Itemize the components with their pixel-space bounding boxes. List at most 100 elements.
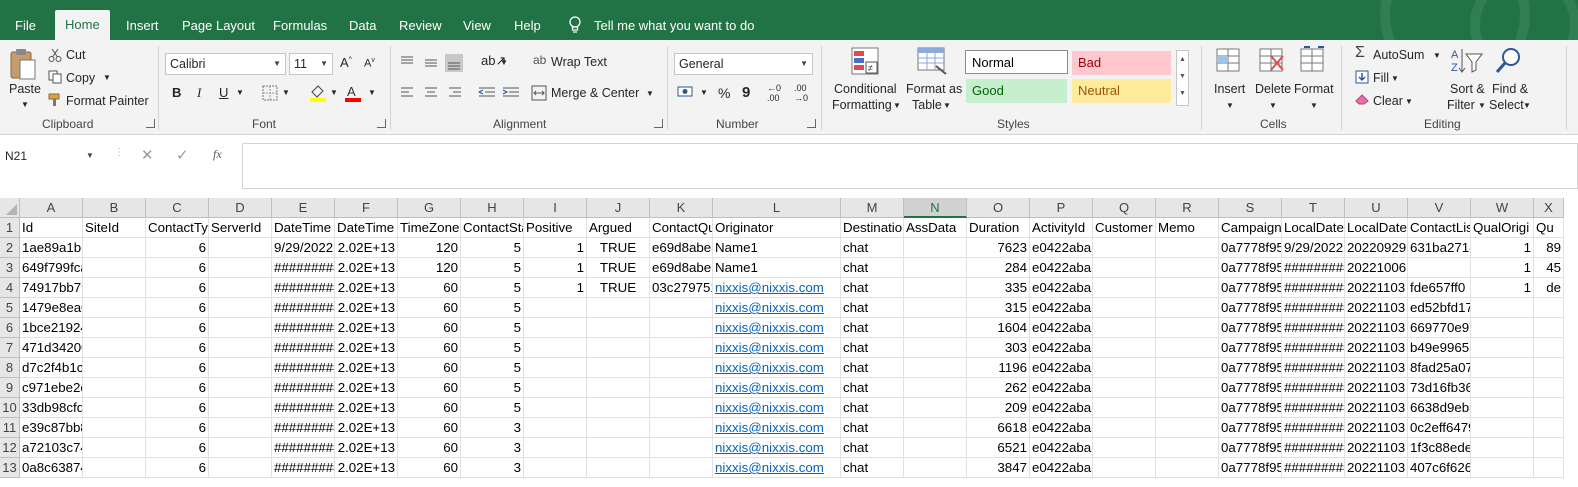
table-cell[interactable] [209, 398, 272, 418]
table-cell[interactable]: 6 [146, 378, 209, 398]
header-cell[interactable]: Customer [1093, 218, 1156, 238]
table-cell[interactable]: e69d8abe [650, 238, 713, 258]
table-cell[interactable] [904, 278, 967, 298]
table-cell[interactable]: 0a7778f95 [1219, 378, 1282, 398]
table-cell[interactable]: 20221103 [1345, 338, 1408, 358]
header-cell[interactable]: ServerId [209, 218, 272, 238]
chevron-down-icon[interactable]: ▼ [1523, 101, 1531, 110]
chevron-down-icon[interactable]: ▼ [1310, 101, 1318, 110]
table-cell[interactable]: ######### [1282, 278, 1345, 298]
table-cell[interactable] [1093, 278, 1156, 298]
row-header[interactable]: 11 [0, 418, 20, 438]
table-cell[interactable] [524, 318, 587, 338]
paste-button[interactable]: Paste [9, 82, 41, 96]
table-cell[interactable]: 2.02E+13 [335, 398, 398, 418]
table-cell[interactable] [904, 378, 967, 398]
clipboard-launcher-icon[interactable] [146, 119, 155, 128]
table-cell[interactable] [1093, 438, 1156, 458]
table-cell[interactable]: chat [841, 438, 904, 458]
table-cell[interactable] [209, 458, 272, 478]
chevron-down-icon[interactable]: ▼ [21, 100, 29, 109]
chevron-down-icon[interactable]: ▼ [103, 73, 111, 82]
table-cell[interactable]: 5 [461, 378, 524, 398]
table-cell[interactable] [1156, 438, 1219, 458]
row-header[interactable]: 13 [0, 458, 20, 478]
horizontal-align-icons[interactable] [399, 86, 469, 100]
column-header[interactable]: A [20, 198, 83, 218]
header-cell[interactable]: Qu [1534, 218, 1564, 238]
underline-button[interactable]: U [219, 85, 228, 100]
table-cell[interactable]: 335 [967, 278, 1030, 298]
table-cell[interactable] [1471, 378, 1534, 398]
column-header[interactable]: B [83, 198, 146, 218]
table-cell[interactable]: 2.02E+13 [335, 418, 398, 438]
chevron-down-icon[interactable]: ▼ [1478, 101, 1486, 110]
table-cell[interactable] [650, 358, 713, 378]
table-cell[interactable]: 284 [967, 258, 1030, 278]
table-cell[interactable] [524, 298, 587, 318]
table-cell[interactable]: 60 [398, 418, 461, 438]
table-cell[interactable] [650, 438, 713, 458]
table-cell[interactable]: ######### [1282, 318, 1345, 338]
table-cell[interactable] [1408, 258, 1471, 278]
table-cell[interactable] [650, 338, 713, 358]
table-cell[interactable]: 1 [524, 258, 587, 278]
table-cell[interactable]: 262 [967, 378, 1030, 398]
cancel-entry-icon[interactable]: ✕ [141, 146, 154, 164]
table-cell[interactable]: 9/29/2022 [272, 238, 335, 258]
table-cell[interactable]: ######### [1282, 258, 1345, 278]
table-cell[interactable] [524, 458, 587, 478]
table-cell[interactable]: Name1 [713, 258, 841, 278]
table-cell[interactable]: nixxis@nixxis.com [713, 338, 841, 358]
table-cell[interactable] [650, 318, 713, 338]
table-cell[interactable] [1156, 278, 1219, 298]
row-header[interactable]: 10 [0, 398, 20, 418]
table-cell[interactable]: 0a7778f95 [1219, 258, 1282, 278]
table-cell[interactable]: 20220929 [1345, 238, 1408, 258]
table-cell[interactable] [1534, 318, 1564, 338]
tab-home[interactable]: Home [55, 10, 110, 40]
style-good[interactable]: Good [966, 79, 1067, 103]
table-cell[interactable] [587, 338, 650, 358]
table-cell[interactable]: 2.02E+13 [335, 298, 398, 318]
table-cell[interactable]: 1604 [967, 318, 1030, 338]
table-cell[interactable]: chat [841, 318, 904, 338]
table-cell[interactable]: e0422aba59d74c0791690710f5d [1030, 258, 1093, 278]
column-header[interactable]: N [904, 198, 967, 218]
table-cell[interactable] [83, 258, 146, 278]
format-painter-button[interactable]: Format Painter [66, 94, 149, 108]
table-cell[interactable]: 20221103 [1345, 398, 1408, 418]
table-cell[interactable]: ######### [272, 358, 335, 378]
header-cell[interactable]: LocalDate [1345, 218, 1408, 238]
table-cell[interactable] [83, 318, 146, 338]
header-cell[interactable]: Duration [967, 218, 1030, 238]
column-header[interactable]: M [841, 198, 904, 218]
tab-view[interactable]: View [453, 11, 501, 40]
table-cell[interactable]: 1bce21924 [20, 318, 83, 338]
table-cell[interactable] [1093, 298, 1156, 318]
column-header[interactable]: P [1030, 198, 1093, 218]
table-cell[interactable]: 1 [1471, 238, 1534, 258]
table-cell[interactable]: de [1534, 278, 1564, 298]
table-cell[interactable] [587, 318, 650, 338]
table-cell[interactable]: e0422aba59d74c0791690710f5d [1030, 338, 1093, 358]
column-header[interactable]: K [650, 198, 713, 218]
table-cell[interactable]: d7c2f4b1c [20, 358, 83, 378]
table-cell[interactable] [83, 358, 146, 378]
header-cell[interactable]: Memo [1156, 218, 1219, 238]
table-cell[interactable]: 3 [461, 458, 524, 478]
chevron-down-icon[interactable]: ▼ [330, 88, 338, 97]
table-cell[interactable]: 20221103 [1345, 438, 1408, 458]
table-cell[interactable]: 20221103 [1345, 418, 1408, 438]
merge-center-button[interactable]: Merge & Center [551, 86, 639, 100]
percent-button[interactable]: % [718, 85, 730, 101]
table-cell[interactable]: chat [841, 378, 904, 398]
table-cell[interactable]: 20221103 [1345, 378, 1408, 398]
table-cell[interactable] [1093, 338, 1156, 358]
clear-button[interactable]: Clear [1373, 94, 1403, 108]
table-cell[interactable]: 6 [146, 358, 209, 378]
table-cell[interactable] [587, 418, 650, 438]
header-cell[interactable]: Campaign [1219, 218, 1282, 238]
chevron-down-icon[interactable]: ▼ [700, 88, 708, 97]
table-cell[interactable]: 120 [398, 258, 461, 278]
